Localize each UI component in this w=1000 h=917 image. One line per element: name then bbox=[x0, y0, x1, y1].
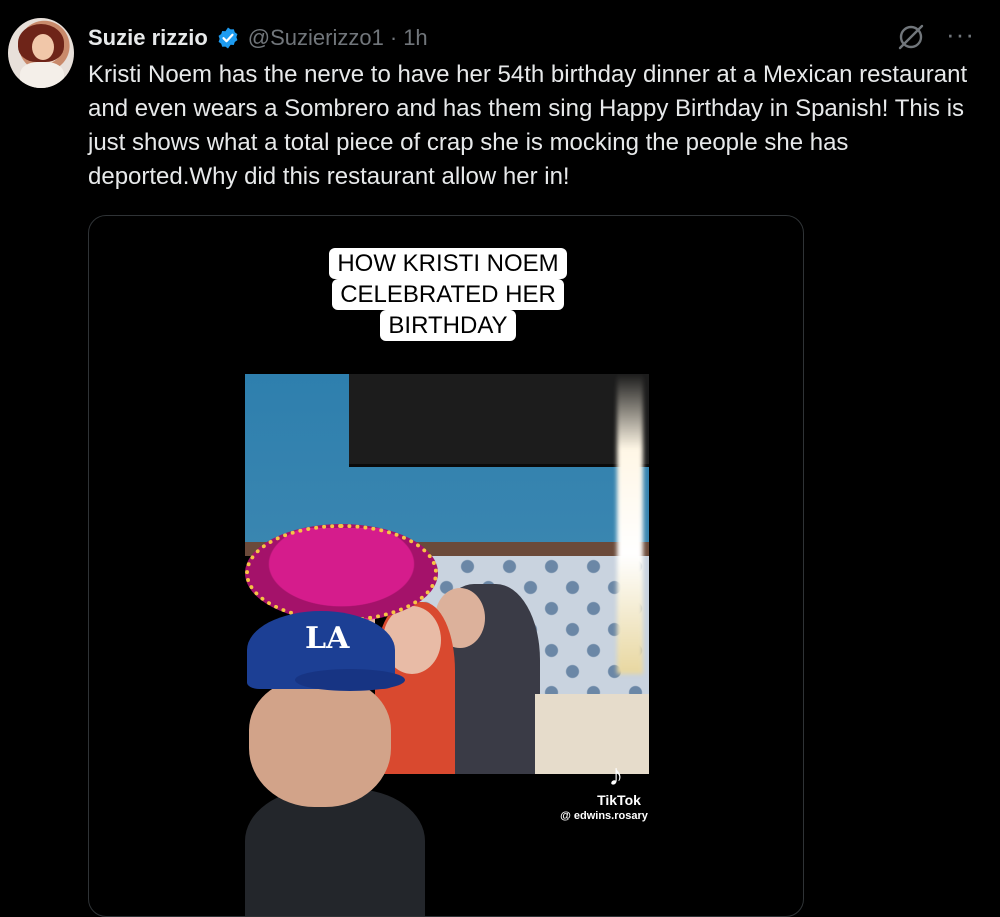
sparkler bbox=[617, 374, 643, 674]
tv-screen bbox=[349, 374, 649, 467]
media-card[interactable]: HOW KRISTI NOEM CELEBRATED HER BIRTHDAY … bbox=[88, 215, 804, 917]
caption-line: CELEBRATED HER bbox=[332, 279, 564, 310]
tweet-header: Suzie rizzio @Suzierizzo1 · 1h bbox=[88, 22, 428, 54]
cap-logo: LA bbox=[305, 621, 350, 656]
tiktok-label: TikTok bbox=[597, 792, 641, 808]
video-caption: HOW KRISTI NOEM CELEBRATED HER BIRTHDAY bbox=[319, 248, 577, 341]
sombrero bbox=[245, 524, 438, 622]
separator: · bbox=[389, 25, 398, 50]
tweet-text: Kristi Noem has the nerve to have her 54… bbox=[88, 61, 968, 190]
tiktok-icon: ♪ bbox=[608, 759, 624, 792]
avatar[interactable] bbox=[8, 18, 74, 88]
author-name[interactable]: Suzie rizzio bbox=[88, 25, 208, 51]
grok-icon[interactable] bbox=[896, 22, 926, 52]
presenter-overlay: LA bbox=[245, 611, 425, 916]
verified-badge-icon bbox=[216, 26, 240, 50]
caption-line: HOW KRISTI NOEM bbox=[329, 248, 567, 279]
timestamp[interactable]: 1h bbox=[403, 25, 427, 51]
author-handle[interactable]: @Suzierizzo1 bbox=[248, 25, 384, 51]
caption-line: BIRTHDAY bbox=[380, 310, 516, 341]
more-icon[interactable]: ··· bbox=[946, 21, 974, 50]
tiktok-username: @ edwins.rosary bbox=[560, 810, 648, 822]
